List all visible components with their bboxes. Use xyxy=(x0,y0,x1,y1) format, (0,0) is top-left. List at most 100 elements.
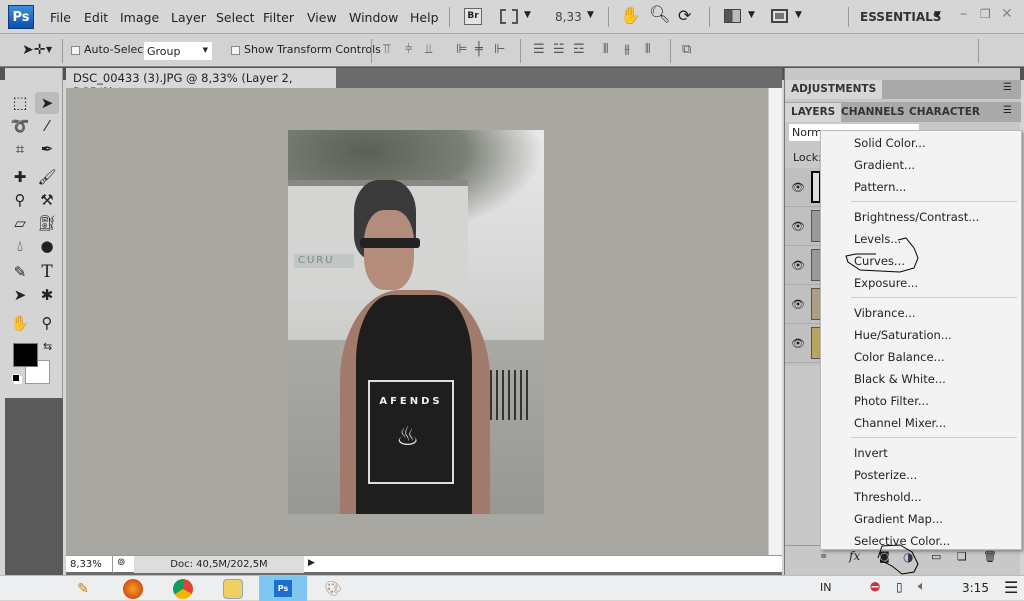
paint-bucket-icon[interactable]: ⛽︎ xyxy=(35,212,59,234)
chevron-down-icon[interactable]: ▼ xyxy=(587,10,594,20)
network-icon[interactable]: ⛔︎ xyxy=(870,580,880,595)
chevron-down-icon[interactable]: ▼ xyxy=(934,10,941,20)
type-tool-icon[interactable]: T xyxy=(35,261,59,283)
move-tool-icon[interactable]: ➤✛ xyxy=(22,42,45,58)
tools-icon[interactable]: ✎ xyxy=(73,579,93,599)
align-right-icon[interactable]: ⊩ xyxy=(494,42,505,57)
tab-character[interactable]: CHARACTER xyxy=(903,103,986,121)
document-tab[interactable]: DSC_00433 (3).JPG @ 8,33% (Layer 2, RGB/… xyxy=(66,68,336,99)
menu-item-channel-mixer[interactable]: Channel Mixer... xyxy=(854,416,946,430)
brush-tool-icon[interactable]: 🖌︎ xyxy=(35,166,59,188)
adjustment-layer-icon[interactable]: ◑ xyxy=(903,550,913,564)
menu-help[interactable]: Help xyxy=(410,10,439,25)
eye-icon[interactable]: 👁︎ xyxy=(791,220,805,233)
bridge-button[interactable]: Br xyxy=(464,8,482,25)
zoom-tool-icon[interactable]: ⚲ xyxy=(35,312,59,334)
panel-menu-icon[interactable]: ☰ xyxy=(1003,105,1012,116)
zoom-level-dropdown[interactable]: 8,33 xyxy=(555,10,582,24)
custom-shape-icon[interactable]: ✱ xyxy=(35,284,59,306)
lasso-tool-icon[interactable]: ➰ xyxy=(8,115,32,137)
eye-icon[interactable]: 👁︎ xyxy=(791,298,805,311)
screen-mode-icon[interactable] xyxy=(771,9,788,23)
minimize-icon[interactable]: – xyxy=(960,6,967,22)
auto-select-checkbox[interactable] xyxy=(71,46,80,55)
new-layer-icon[interactable]: ❏ xyxy=(957,550,967,563)
distribute-left-icon[interactable]: ⫴ xyxy=(603,42,608,57)
show-desktop-menu-icon[interactable]: ☰ xyxy=(1004,578,1018,597)
blur-tool-icon[interactable]: 💧︎ xyxy=(8,235,32,257)
language-indicator[interactable]: IN xyxy=(820,581,831,594)
swap-colors-icon[interactable]: ⇆ xyxy=(43,340,52,353)
default-colors-icon[interactable] xyxy=(12,374,20,382)
align-top-icon[interactable]: ⫪ xyxy=(383,42,390,57)
menu-item-gradient-map[interactable]: Gradient Map... xyxy=(854,512,943,526)
panel-menu-icon[interactable]: ☰ xyxy=(1003,82,1012,93)
zoom-tool-icon[interactable]: 🔍︎ xyxy=(649,5,671,25)
zoom-status[interactable]: 8,33% xyxy=(70,559,102,570)
distribute-bottom-icon[interactable]: ☲ xyxy=(573,42,585,57)
paint-icon[interactable]: 🎨︎ xyxy=(323,579,343,599)
layer-row[interactable]: 👁︎ xyxy=(785,324,821,363)
version-cue-icon[interactable]: ⊚ xyxy=(117,557,125,568)
clock[interactable]: 3:15 xyxy=(962,581,989,595)
eyedropper-icon[interactable]: ✒ xyxy=(35,138,59,160)
menu-item-black-white[interactable]: Black & White... xyxy=(854,372,946,386)
menu-item-threshold[interactable]: Threshold... xyxy=(854,490,922,504)
layer-style-icon[interactable]: fx xyxy=(849,549,860,563)
menu-item-vibrance[interactable]: Vibrance... xyxy=(854,306,916,320)
history-brush-icon[interactable]: ⚒ xyxy=(35,189,59,211)
marquee-tool-icon[interactable]: ⬚ xyxy=(8,92,32,114)
align-left-icon[interactable]: ⊫ xyxy=(456,42,467,57)
chevron-down-icon[interactable]: ▼ xyxy=(795,10,802,20)
distribute-right-icon[interactable]: ⫴ xyxy=(645,42,650,57)
magic-wand-icon[interactable]: ⁄ xyxy=(35,115,59,137)
menu-item-pattern[interactable]: Pattern... xyxy=(854,180,906,194)
layer-row[interactable]: 👁︎ xyxy=(785,207,821,246)
healing-brush-icon[interactable]: ✚ xyxy=(8,166,32,188)
menu-window[interactable]: Window xyxy=(349,10,398,25)
eye-icon[interactable]: 👁︎ xyxy=(791,337,805,350)
tab-adjustments[interactable]: ADJUSTMENTS xyxy=(785,80,883,99)
menu-item-hue-saturation[interactable]: Hue/Saturation... xyxy=(854,328,952,342)
eye-icon[interactable]: 👁︎ xyxy=(791,259,805,272)
layer-mask-icon[interactable]: ◙ xyxy=(879,550,890,563)
menu-item-photo-filter[interactable]: Photo Filter... xyxy=(854,394,929,408)
menu-item-solid-color[interactable]: Solid Color... xyxy=(854,136,926,150)
menu-item-brightness-contrast[interactable]: Brightness/Contrast... xyxy=(854,210,979,224)
menu-select[interactable]: Select xyxy=(216,10,255,25)
align-hcenter-icon[interactable]: ╪ xyxy=(475,42,483,57)
menu-image[interactable]: Image xyxy=(120,10,159,25)
chevron-down-icon[interactable]: ▼ xyxy=(748,10,755,20)
menu-item-color-balance[interactable]: Color Balance... xyxy=(854,350,945,364)
menu-item-exposure[interactable]: Exposure... xyxy=(854,276,918,290)
align-bottom-icon[interactable]: ⫫ xyxy=(425,42,432,57)
menu-filter[interactable]: Filter xyxy=(263,10,294,25)
path-selection-icon[interactable]: ➤ xyxy=(8,284,32,306)
battery-icon[interactable]: ▯ xyxy=(896,580,903,594)
layer-row[interactable]: 👁︎ xyxy=(785,285,821,324)
photoshop-taskbar-button[interactable]: Ps xyxy=(259,576,307,601)
show-transform-checkbox[interactable] xyxy=(231,46,240,55)
auto-align-icon[interactable]: ⧉ xyxy=(682,42,691,57)
close-icon[interactable]: ✕ xyxy=(1001,6,1013,22)
eraser-icon[interactable]: ▱ xyxy=(8,212,32,234)
restore-icon[interactable]: ❐ xyxy=(980,7,991,21)
menu-item-posterize[interactable]: Posterize... xyxy=(854,468,917,482)
hand-tool-icon[interactable]: ✋ xyxy=(8,312,32,334)
layer-row[interactable]: 👁︎ xyxy=(785,246,821,285)
arrange-documents-icon[interactable] xyxy=(724,9,741,23)
menu-layer[interactable]: Layer xyxy=(171,10,206,25)
menu-item-selective-color[interactable]: Selective Color... xyxy=(854,534,950,548)
align-vcenter-icon[interactable]: ⫩ xyxy=(405,42,412,57)
distribute-top-icon[interactable]: ☰ xyxy=(533,42,545,57)
layer-row[interactable]: 👁︎ xyxy=(785,168,821,207)
menu-item-invert[interactable]: Invert xyxy=(854,446,888,460)
menu-item-gradient[interactable]: Gradient... xyxy=(854,158,915,172)
move-tool-icon[interactable]: ➤ xyxy=(35,92,59,114)
menu-item-curves[interactable]: Curves... xyxy=(854,254,905,268)
rotate-view-icon[interactable]: ⟳ xyxy=(678,6,691,25)
tab-layers[interactable]: LAYERS xyxy=(785,103,842,122)
menu-edit[interactable]: Edit xyxy=(84,10,108,25)
menu-view[interactable]: View xyxy=(307,10,337,25)
link-layers-icon[interactable]: ⚭ xyxy=(819,550,828,563)
